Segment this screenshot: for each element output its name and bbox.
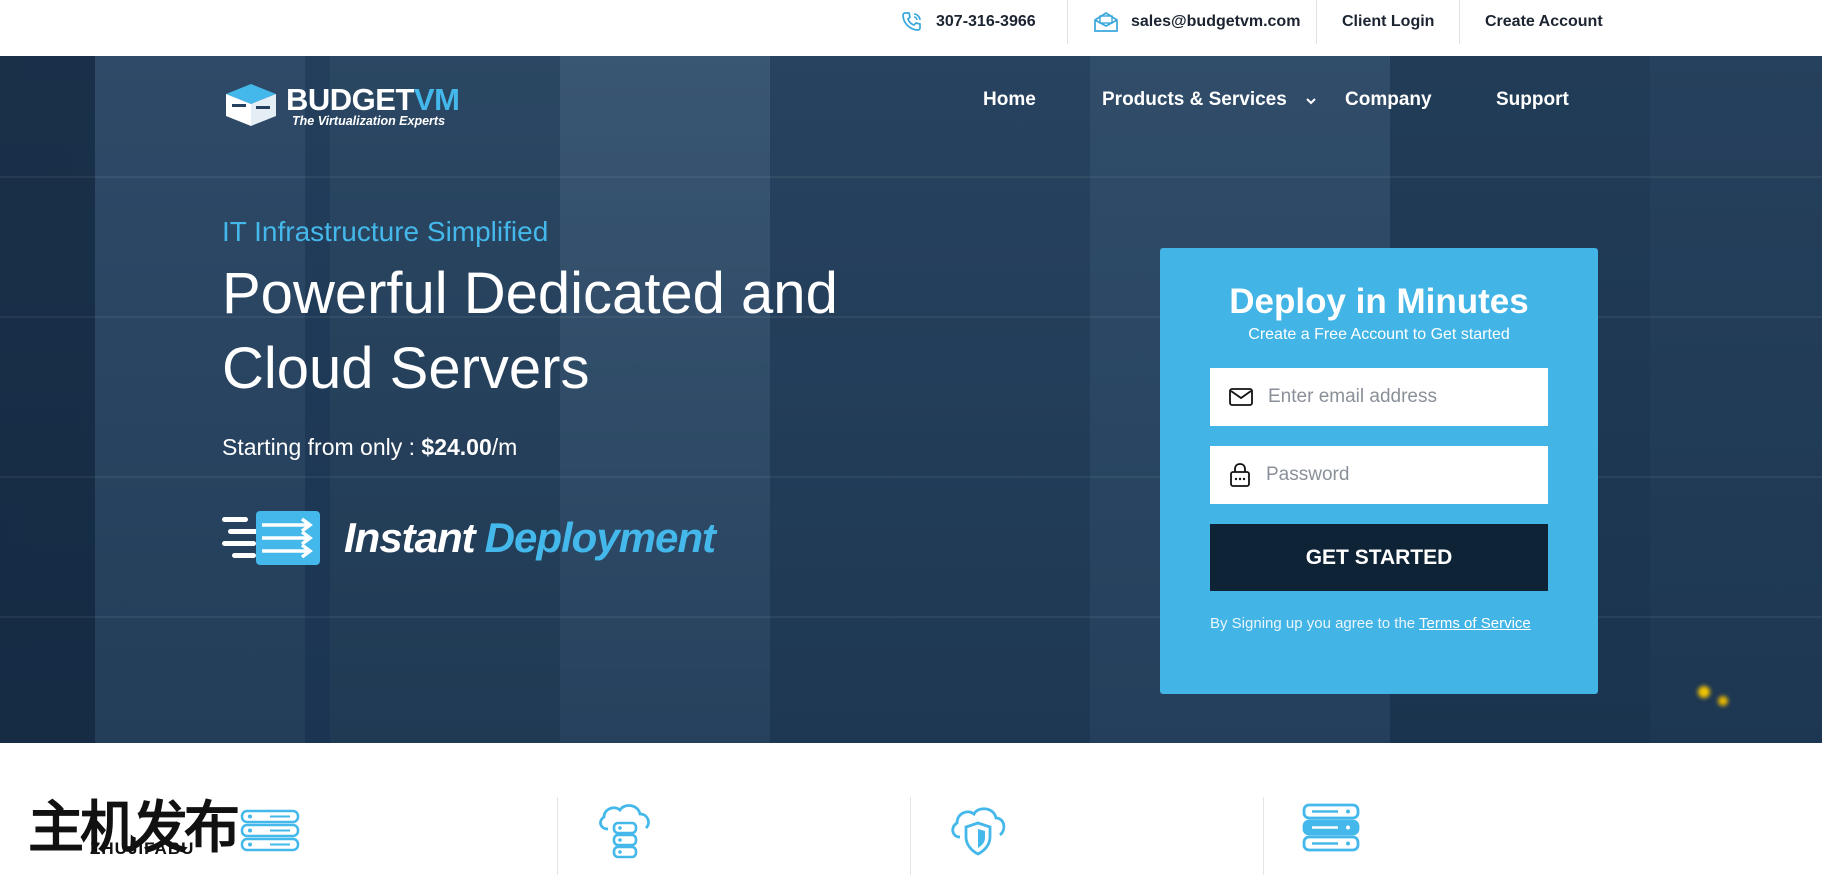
logo-brand-accent: VM — [413, 82, 460, 117]
terms-of-service-link[interactable]: Terms of Service — [1419, 615, 1531, 632]
signup-card: Deploy in Minutes Create a Free Account … — [1160, 248, 1598, 694]
price-prefix: Starting from only : — [222, 434, 422, 460]
fast-server-icon — [222, 511, 320, 565]
nav-support[interactable]: Support — [1496, 89, 1569, 111]
signup-title: Deploy in Minutes — [1229, 282, 1529, 321]
price-value: $24.00 — [421, 434, 492, 460]
hero-headline-line2: Cloud Servers — [222, 336, 590, 401]
phone-link[interactable]: 307-316-3966 — [900, 0, 1036, 44]
status-led — [1718, 696, 1728, 706]
nav-home[interactable]: Home — [983, 89, 1036, 111]
badge-word-deployment: Deployment — [484, 514, 716, 561]
status-led — [1698, 686, 1710, 698]
phone-icon — [902, 12, 921, 31]
client-login-link[interactable]: Client Login — [1342, 0, 1434, 44]
chevron-down-icon — [1306, 98, 1316, 105]
instant-deployment-badge: Instant Deployment — [222, 508, 716, 568]
mail-open-icon — [1094, 11, 1118, 32]
signup-subtitle: Create a Free Account to Get started — [1248, 326, 1510, 343]
strip-divider — [557, 797, 558, 875]
hero-section: BUDGETVM The Virtualization Experts Home… — [0, 56, 1822, 743]
watermark-server-icon — [240, 809, 300, 852]
brand-logo[interactable]: BUDGETVM The Virtualization Experts — [222, 80, 512, 130]
nav-products-services-label: Products & Services — [1102, 89, 1287, 110]
watermark-logo: 主机发布 ZHUJIFABU — [28, 783, 308, 873]
price-suffix: /m — [491, 434, 518, 460]
badge-word-instant: Instant — [344, 514, 476, 561]
phone-number: 307-316-3966 — [936, 13, 1036, 30]
client-login-label: Client Login — [1342, 13, 1435, 30]
create-account-label: Create Account — [1485, 13, 1603, 30]
logo-wordmark: BUDGETVM — [286, 82, 460, 118]
strip-divider — [910, 797, 911, 875]
watermark-en: ZHUJIFABU — [90, 839, 195, 858]
topbar-divider — [1067, 0, 1068, 44]
server-stack-icon — [1302, 803, 1360, 852]
email-field[interactable] — [1210, 368, 1548, 426]
lock-icon — [1230, 463, 1250, 487]
email-address: sales@budgetvm.com — [1131, 13, 1301, 30]
envelope-icon — [1229, 388, 1253, 406]
create-account-link[interactable]: Create Account — [1485, 0, 1603, 44]
logo-brand-main: BUDGET — [286, 82, 414, 117]
terms-prefix: By Signing up you agree to the — [1210, 615, 1420, 632]
logo-tagline: The Virtualization Experts — [292, 114, 446, 128]
password-field[interactable] — [1210, 446, 1548, 504]
nav-company[interactable]: Company — [1345, 89, 1432, 111]
email-link[interactable]: sales@budgetvm.com — [1093, 0, 1300, 44]
top-contact-bar: 307-316-3966 sales@budgetvm.com Client L… — [0, 0, 1822, 56]
email-input[interactable] — [1268, 386, 1528, 408]
logo-box-icon — [226, 84, 276, 126]
cloud-server-icon — [599, 804, 650, 859]
bg-line — [0, 176, 1822, 178]
cloud-shield-icon — [951, 807, 1006, 856]
hero-price: Starting from only : $24.00/m — [222, 434, 517, 461]
nav-products-services[interactable]: Products & Services — [1102, 89, 1318, 111]
hero-headline: Powerful Dedicated and Cloud Servers — [222, 256, 942, 406]
hero-eyebrow: IT Infrastructure Simplified — [222, 216, 549, 247]
topbar-divider — [1459, 0, 1460, 44]
hero-headline-line1: Powerful Dedicated and — [222, 261, 838, 326]
strip-divider — [1263, 797, 1264, 875]
topbar-divider — [1316, 0, 1317, 44]
password-input[interactable] — [1266, 464, 1526, 486]
terms-notice: By Signing up you agree to the Terms of … — [1210, 615, 1548, 632]
feature-strip: 主机发布 ZHUJIFABU — [0, 743, 1822, 875]
get-started-button[interactable]: GET STARTED — [1210, 524, 1548, 591]
